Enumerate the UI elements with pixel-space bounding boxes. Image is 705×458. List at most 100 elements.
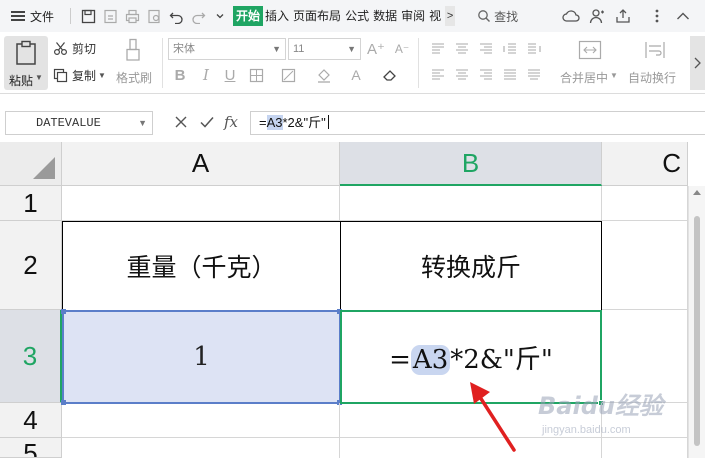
export-pdf-icon[interactable] [99, 5, 121, 27]
more-options-icon[interactable] [646, 5, 668, 27]
cancel-formula-icon[interactable] [173, 114, 189, 130]
paste-button[interactable]: 粘贴 ▼ [4, 36, 48, 90]
range-handle[interactable] [61, 309, 66, 314]
insert-function-icon[interactable]: fx [224, 113, 238, 131]
align-center-icon[interactable] [452, 65, 472, 85]
file-menu[interactable]: 文件 [30, 8, 54, 25]
distributed-align-icon[interactable] [524, 65, 544, 85]
cell-c5[interactable] [602, 438, 688, 458]
indent-left-icon[interactable] [500, 39, 520, 59]
column-header-a[interactable]: A [62, 142, 340, 186]
save-icon[interactable] [77, 5, 99, 27]
tab-home[interactable]: 开始 [233, 6, 264, 26]
borders-icon[interactable] [246, 65, 266, 85]
indent-right-icon[interactable] [524, 39, 544, 59]
scroll-thumb[interactable] [694, 216, 700, 446]
tab-view[interactable]: 视 [427, 6, 443, 26]
format-painter-label: 格式刷 [116, 71, 153, 85]
cell-b2-text: 转换成斤 [420, 253, 521, 282]
cloud-sync-icon[interactable] [560, 5, 582, 27]
row-header-3[interactable]: 3 [0, 310, 62, 403]
separator [70, 8, 72, 24]
collapse-ribbon-icon[interactable] [672, 5, 694, 27]
align-right-icon[interactable] [476, 65, 496, 85]
formula-input[interactable]: =A3*2&"斤" [250, 111, 705, 135]
cell-a3[interactable]: 1 [61, 309, 342, 405]
search-box[interactable]: 查找 [477, 8, 518, 25]
vertical-scrollbar[interactable] [688, 186, 705, 458]
cut-button[interactable]: 剪切 [53, 40, 96, 57]
copy-button[interactable]: 复制 ▼ [53, 67, 106, 84]
cell-a2-text: 重量（千克） [126, 253, 277, 282]
formula-prefix: = [389, 344, 411, 375]
justify-icon[interactable] [500, 65, 520, 85]
cell-c3[interactable] [602, 310, 688, 403]
column-header-c[interactable]: C [602, 142, 688, 186]
print-icon[interactable] [121, 5, 143, 27]
cell-b2[interactable]: 转换成斤 [340, 221, 602, 311]
spreadsheet-grid: A B C 1 2 3 4 5 重量（千克） 转换成斤 1 =A3*2&"斤" [0, 142, 705, 458]
name-box-value: DATEVALUE [36, 116, 101, 130]
chevron-right-icon [694, 57, 701, 69]
cell-c2[interactable] [602, 221, 688, 310]
paste-dropdown-icon[interactable]: ▼ [35, 73, 43, 82]
italic-icon[interactable]: I [196, 65, 216, 85]
bold-icon[interactable]: B [170, 65, 190, 85]
font-name-select[interactable]: 宋体 ▼ [168, 38, 286, 60]
redo-icon[interactable] [187, 5, 209, 27]
select-all-button[interactable] [0, 142, 62, 186]
scroll-up-icon[interactable] [693, 190, 701, 195]
cell-c1[interactable] [602, 186, 688, 221]
increase-font-icon[interactable]: A⁺ [366, 39, 386, 59]
cell-b3-formula: =A3*2&"斤" [389, 339, 553, 376]
underline-icon[interactable]: U [220, 65, 240, 85]
cell-a5[interactable] [62, 438, 340, 458]
align-middle-icon[interactable] [452, 39, 472, 59]
cell-a4[interactable] [62, 403, 340, 438]
paste-label: 粘贴 [9, 74, 34, 88]
undo-icon[interactable] [165, 5, 187, 27]
row-header-4[interactable]: 4 [0, 403, 62, 438]
more-tabs-button[interactable]: > [445, 6, 456, 26]
main-menu-icon[interactable] [11, 11, 25, 21]
eraser-icon[interactable] [380, 65, 400, 85]
search-label: 查找 [494, 9, 519, 24]
name-box[interactable]: DATEVALUE ▼ [5, 111, 153, 135]
cell-c4[interactable] [602, 403, 688, 438]
chevron-down-icon[interactable]: ▼ [610, 71, 618, 80]
align-top-icon[interactable] [428, 39, 448, 59]
ribbon-toolbar: 粘贴 ▼ 剪切 复制 ▼ 格式刷 宋体 ▼ 11 ▼ A⁺ A⁻ B I U A [0, 32, 705, 94]
decrease-font-icon[interactable]: A⁻ [392, 39, 412, 59]
font-color-icon[interactable]: A [346, 65, 366, 85]
fill-color-icon[interactable] [314, 65, 334, 85]
tab-data[interactable]: 数据 [371, 6, 399, 26]
confirm-formula-icon[interactable] [199, 114, 215, 130]
format-painter-button[interactable]: 格式刷 [116, 36, 152, 90]
cell-a1[interactable] [62, 186, 340, 221]
tab-insert[interactable]: 插入 [263, 6, 291, 26]
share-icon[interactable] [612, 5, 634, 27]
merge-center-button[interactable]: 合并居中 ▼ [560, 36, 622, 90]
collaborate-icon[interactable] [586, 5, 608, 27]
ribbon-scroll-right[interactable] [690, 36, 705, 90]
row-header-2[interactable]: 2 [0, 221, 62, 310]
print-preview-icon[interactable] [143, 5, 165, 27]
font-size-select[interactable]: 11 ▼ [288, 38, 361, 60]
row-header-5[interactable]: 5 [0, 438, 62, 458]
chevron-down-icon[interactable]: ▼ [138, 112, 147, 134]
align-left-icon[interactable] [428, 65, 448, 85]
cell-style-icon[interactable] [278, 65, 298, 85]
wrap-text-icon [645, 42, 665, 58]
align-bottom-icon[interactable] [476, 39, 496, 59]
wrap-text-button[interactable]: 自动换行 [628, 36, 682, 90]
cell-b1[interactable] [340, 186, 602, 221]
tab-page-layout[interactable]: 页面布局 [291, 6, 343, 26]
font-size-value: 11 [293, 43, 305, 55]
cell-a2[interactable]: 重量（千克） [62, 221, 341, 311]
tab-formulas[interactable]: 公式 [343, 6, 371, 26]
row-header-1[interactable]: 1 [0, 186, 62, 221]
copy-dropdown-icon[interactable]: ▼ [98, 71, 106, 80]
column-header-b[interactable]: B [340, 142, 602, 186]
tab-review[interactable]: 审阅 [399, 6, 427, 26]
chevron-down-icon[interactable] [209, 5, 231, 27]
